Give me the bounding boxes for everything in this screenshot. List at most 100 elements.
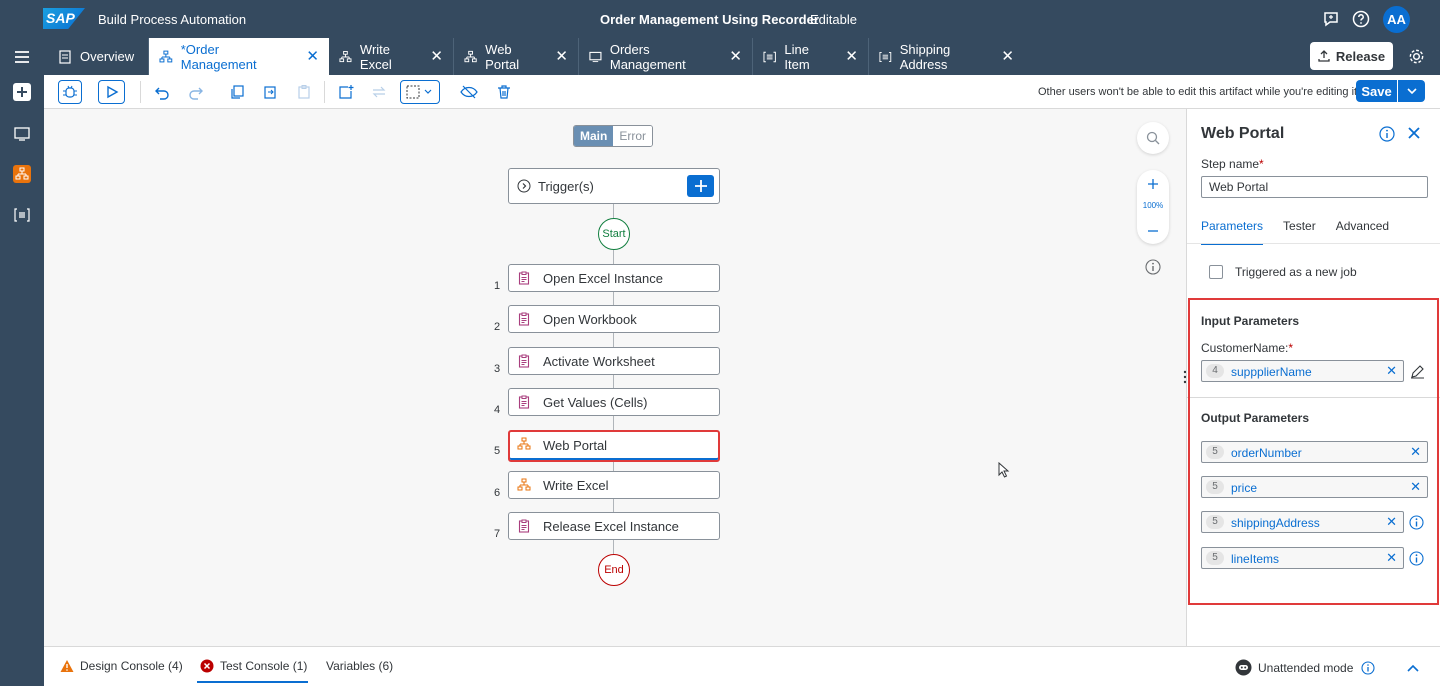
- cut-button[interactable]: [258, 80, 282, 104]
- editor-tab-bar: Overview *Order Management ✕ Write Excel…: [0, 38, 1440, 75]
- toolbar-separator: [324, 81, 325, 103]
- end-node[interactable]: End: [598, 554, 630, 586]
- close-icon[interactable]: ✕: [1001, 49, 1014, 64]
- add-group-icon: [339, 85, 354, 99]
- panel-title: Web Portal: [1201, 125, 1285, 142]
- hide-button[interactable]: [457, 80, 481, 104]
- tab-orders-management[interactable]: Orders Management ✕: [579, 38, 753, 75]
- undo-button[interactable]: [150, 80, 174, 104]
- add-trigger-button[interactable]: [687, 175, 714, 197]
- mode-error-button[interactable]: Error: [613, 126, 653, 146]
- mode-main-button[interactable]: Main: [574, 126, 614, 146]
- variables-label: Variables (6): [326, 659, 394, 673]
- sap-logo[interactable]: SAP: [43, 8, 85, 29]
- variables-tab[interactable]: Variables (6): [326, 659, 393, 673]
- hierarchy-icon[interactable]: [12, 164, 32, 184]
- tab-label: *Order Management: [180, 41, 257, 72]
- close-icon[interactable]: ✕: [306, 49, 319, 64]
- swap-button[interactable]: [367, 80, 391, 104]
- delete-button[interactable]: [492, 80, 516, 104]
- flow-step[interactable]: Get Values (Cells): [508, 388, 720, 416]
- info-icon[interactable]: [1145, 259, 1161, 275]
- hierarchy-icon: [339, 50, 352, 62]
- connector: [613, 499, 614, 512]
- feedback-icon[interactable]: [1322, 10, 1340, 28]
- release-label: Release: [1335, 48, 1386, 64]
- trigger-node[interactable]: Trigger(s): [508, 168, 720, 204]
- tab-write-excel[interactable]: Write Excel ✕: [329, 38, 454, 75]
- paste-icon: [298, 85, 310, 99]
- help-icon[interactable]: [1352, 10, 1370, 28]
- tab-shipping-address[interactable]: Shipping Address ✕: [869, 38, 1024, 75]
- debug-button[interactable]: [58, 80, 82, 104]
- tab-order-management[interactable]: *Order Management ✕: [149, 38, 329, 75]
- selection-mode-select[interactable]: [400, 80, 440, 104]
- tab-parameters[interactable]: Parameters: [1201, 219, 1264, 245]
- error-icon: [200, 659, 214, 673]
- search-button[interactable]: [1137, 122, 1169, 154]
- zoom-in-icon[interactable]: [1147, 178, 1159, 190]
- user-avatar[interactable]: AA: [1383, 6, 1410, 33]
- chevron-down-icon: [1406, 88, 1417, 95]
- close-icon[interactable]: [1407, 126, 1421, 140]
- test-console-tab[interactable]: Test Console (1): [197, 659, 308, 683]
- upload-icon: [1318, 50, 1330, 62]
- connector: [613, 333, 614, 347]
- shell-bar: SAP Build Process Automation Order Manag…: [0, 0, 1440, 38]
- add-group-button[interactable]: [334, 80, 358, 104]
- data-type-icon[interactable]: [12, 205, 32, 225]
- close-icon[interactable]: ✕: [555, 49, 568, 64]
- zoom-out-icon[interactable]: [1147, 225, 1159, 237]
- add-icon[interactable]: [12, 82, 32, 102]
- flow-step[interactable]: Open Workbook: [508, 305, 720, 333]
- menu-icon[interactable]: [12, 47, 32, 67]
- close-icon[interactable]: ✕: [430, 49, 443, 64]
- tab-advanced[interactable]: Advanced: [1336, 219, 1389, 245]
- release-button[interactable]: Release: [1310, 42, 1393, 70]
- tab-label: Orders Management: [609, 41, 686, 72]
- redo-button[interactable]: [184, 80, 208, 104]
- mouse-cursor-icon: [998, 462, 1010, 478]
- step-label: Release Excel Instance: [543, 519, 679, 534]
- step-label: Open Workbook: [543, 312, 637, 327]
- close-icon[interactable]: ✕: [845, 49, 858, 64]
- flow-mode-switch: Main Error: [573, 125, 654, 147]
- tab-line-item[interactable]: Line Item ✕: [753, 38, 869, 75]
- save-menu-button[interactable]: [1397, 80, 1425, 102]
- flow-step[interactable]: Open Excel Instance: [508, 264, 720, 292]
- flow-step[interactable]: Activate Worksheet: [508, 347, 720, 375]
- start-node[interactable]: Start: [598, 218, 630, 250]
- unattended-mode[interactable]: Unattended mode: [1235, 659, 1375, 676]
- close-icon[interactable]: ✕: [729, 49, 742, 64]
- run-button[interactable]: [98, 80, 125, 104]
- tab-web-portal[interactable]: Web Portal ✕: [454, 38, 579, 75]
- delete-icon: [498, 85, 510, 99]
- gear-icon[interactable]: [1408, 48, 1425, 65]
- design-console-label: Design Console (4): [80, 659, 183, 673]
- console-bar: Design Console (4) Test Console (1) Vari…: [44, 646, 1440, 686]
- data-type-icon: [879, 51, 892, 62]
- triggered-new-job-checkbox[interactable]: [1209, 265, 1223, 279]
- design-console-tab[interactable]: Design Console (4): [60, 659, 183, 673]
- flow-step-selected[interactable]: Web Portal: [508, 430, 720, 462]
- info-icon[interactable]: [1361, 660, 1375, 675]
- save-button[interactable]: Save: [1356, 80, 1397, 102]
- hierarchy-icon: [517, 437, 531, 450]
- flow-step[interactable]: Write Excel: [508, 471, 720, 499]
- document-icon: [59, 49, 71, 64]
- zoom-level[interactable]: 100%: [1137, 201, 1169, 210]
- info-icon[interactable]: [1379, 126, 1395, 142]
- step-label: Get Values (Cells): [543, 395, 648, 410]
- chevron-up-icon[interactable]: [1406, 662, 1420, 674]
- tab-label: Write Excel: [359, 41, 392, 72]
- screen-icon[interactable]: [12, 124, 32, 144]
- hierarchy-icon: [517, 478, 531, 491]
- edit-state: Editable: [810, 12, 857, 27]
- expand-icon[interactable]: [517, 179, 531, 193]
- flow-step[interactable]: Release Excel Instance: [508, 512, 720, 540]
- tab-tester[interactable]: Tester: [1283, 219, 1316, 245]
- step-name-input[interactable]: Web Portal: [1201, 176, 1428, 198]
- paste-button[interactable]: [292, 80, 316, 104]
- copy-button[interactable]: [225, 80, 249, 104]
- tab-overview[interactable]: Overview: [48, 38, 149, 75]
